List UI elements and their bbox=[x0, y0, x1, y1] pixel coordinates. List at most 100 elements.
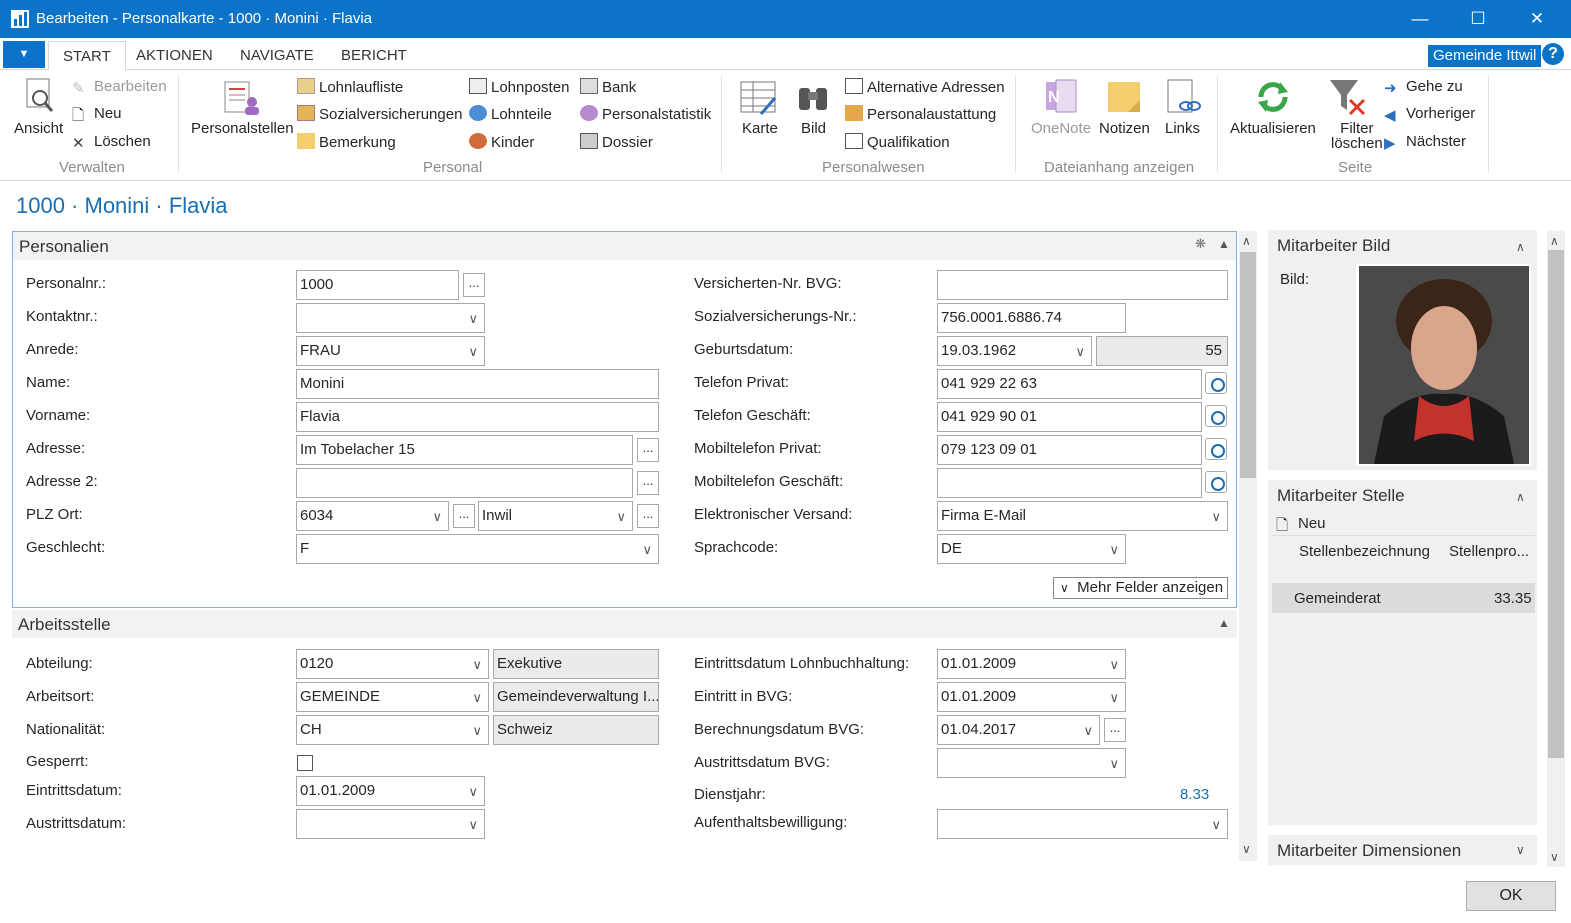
sv-nr-input[interactable]: 756.0001.6886.74 bbox=[937, 303, 1126, 333]
filter-loeschen-button[interactable]: Filter löschen bbox=[1331, 120, 1383, 152]
adresse2-input[interactable] bbox=[296, 468, 633, 498]
separator bbox=[1488, 76, 1489, 172]
adresse-lookup-button[interactable]: ... bbox=[637, 438, 659, 462]
bank-button[interactable]: Bank bbox=[580, 78, 636, 96]
ansicht-button[interactable]: Ansicht bbox=[14, 120, 63, 137]
bemerkung-button[interactable]: Bemerkung bbox=[297, 133, 396, 151]
ok-button[interactable]: OK bbox=[1466, 881, 1556, 911]
collapse-icon[interactable]: ∧ bbox=[1516, 240, 1525, 254]
phone-call-icon[interactable] bbox=[1205, 438, 1227, 460]
vorheriger-button[interactable]: ◀ Vorheriger bbox=[1384, 105, 1475, 124]
mobil-privat-input[interactable]: 079 123 09 01 bbox=[937, 435, 1202, 465]
nationalitaet-select[interactable]: CH ∨ bbox=[296, 715, 489, 745]
abteilung-select[interactable]: 0120 ∨ bbox=[296, 649, 489, 679]
geburtsdatum-label: Geburtsdatum: bbox=[694, 341, 794, 358]
berechnung-bvg-input[interactable]: 01.04.2017 ∨ bbox=[937, 715, 1100, 745]
scroll-up-icon[interactable]: ∧ bbox=[1242, 234, 1251, 248]
phone-call-icon[interactable] bbox=[1205, 405, 1227, 427]
bearbeiten-button[interactable]: ✎ Bearbeiten bbox=[72, 78, 167, 97]
geschlecht-select[interactable]: F ∨ bbox=[296, 534, 659, 564]
column-header-stellenprozent[interactable]: Stellenpro... bbox=[1449, 543, 1529, 560]
help-icon[interactable]: ? bbox=[1542, 43, 1564, 65]
notizen-button[interactable]: Notizen bbox=[1099, 120, 1150, 137]
factbox-scrollbar-thumb[interactable] bbox=[1548, 250, 1564, 758]
tab-bericht[interactable]: BERICHT bbox=[341, 47, 407, 64]
tab-start[interactable]: START bbox=[48, 41, 126, 71]
aktualisieren-button[interactable]: Aktualisieren bbox=[1230, 120, 1316, 137]
alternative-adressen-button[interactable]: Alternative Adressen bbox=[845, 78, 1005, 96]
adresse2-lookup-button[interactable]: ... bbox=[637, 471, 659, 495]
geburtsdatum-input[interactable]: 19.03.1962 ∨ bbox=[937, 336, 1092, 366]
main-scrollbar-thumb[interactable] bbox=[1240, 252, 1256, 478]
bild-button[interactable]: Bild bbox=[801, 120, 826, 137]
lohnposten-button[interactable]: Lohnposten bbox=[469, 78, 569, 96]
eintritt-bvg-input[interactable]: 01.01.2009 ∨ bbox=[937, 682, 1126, 712]
vorname-input[interactable]: Flavia bbox=[296, 402, 659, 432]
plz-lookup-button[interactable]: ... bbox=[453, 504, 475, 528]
anrede-select[interactable]: FRAU ∨ bbox=[296, 336, 485, 366]
scroll-up-icon[interactable]: ∧ bbox=[1550, 234, 1559, 248]
kinder-button[interactable]: Kinder bbox=[469, 133, 534, 151]
tel-geschaeft-input[interactable]: 041 929 90 01 bbox=[937, 402, 1202, 432]
company-badge[interactable]: Gemeinde Ittwil bbox=[1428, 45, 1542, 67]
maximize-button[interactable]: ☐ bbox=[1463, 6, 1493, 32]
qualifikation-button[interactable]: Qualifikation bbox=[845, 133, 950, 151]
eintritt-lohn-input[interactable]: 01.01.2009 ∨ bbox=[937, 649, 1126, 679]
personalnr-lookup-button[interactable]: ... bbox=[463, 273, 485, 297]
austrittsdatum-input[interactable]: ∨ bbox=[296, 809, 485, 839]
berechnung-bvg-lookup-button[interactable]: ... bbox=[1104, 718, 1126, 742]
settings-icon[interactable]: ❋ bbox=[1195, 236, 1206, 252]
sprachcode-select[interactable]: DE ∨ bbox=[937, 534, 1126, 564]
scroll-down-icon[interactable]: ∨ bbox=[1242, 842, 1251, 856]
collapse-icon[interactable]: ▲ bbox=[1218, 237, 1230, 251]
personalien-header[interactable]: Personalien bbox=[13, 232, 1236, 260]
ort-lookup-button[interactable]: ... bbox=[637, 504, 659, 528]
neu-button[interactable]: 🗋 Neu bbox=[72, 105, 122, 124]
stelle-neu-button[interactable]: 🗋 Neu bbox=[1276, 515, 1326, 534]
personalstellen-button[interactable]: Personalstellen bbox=[191, 120, 294, 137]
personalstatistik-button[interactable]: Personalstatistik bbox=[580, 105, 711, 123]
dienstjahr-value[interactable]: 8.33 bbox=[1180, 786, 1209, 803]
links-button[interactable]: Links bbox=[1165, 120, 1200, 137]
tab-aktionen[interactable]: AKTIONEN bbox=[136, 47, 213, 64]
karte-button[interactable]: Karte bbox=[742, 120, 778, 137]
ort-select[interactable]: Inwil ∨ bbox=[478, 501, 633, 531]
loeschen-button[interactable]: ✕ Löschen bbox=[72, 133, 151, 152]
tab-navigate[interactable]: NAVIGATE bbox=[240, 47, 314, 64]
austritt-bvg-input[interactable]: ∨ bbox=[937, 748, 1126, 778]
adresse-input[interactable]: Im Tobelacher 15 bbox=[296, 435, 633, 465]
bvg-nr-input[interactable] bbox=[937, 270, 1228, 300]
gehe-zu-button[interactable]: ➜ Gehe zu bbox=[1384, 78, 1463, 97]
collapse-icon[interactable]: ▲ bbox=[1218, 616, 1230, 630]
lohnlaufliste-button[interactable]: Lohnlaufliste bbox=[297, 78, 403, 96]
close-button[interactable]: ✕ bbox=[1522, 6, 1552, 32]
phone-call-icon[interactable] bbox=[1205, 372, 1227, 394]
plz-select[interactable]: 6034 ∨ bbox=[296, 501, 449, 531]
arbeitsort-select[interactable]: GEMEINDE ∨ bbox=[296, 682, 489, 712]
versand-select[interactable]: Firma E-Mail ∨ bbox=[937, 501, 1228, 531]
arbeitsstelle-header[interactable]: Arbeitsstelle bbox=[12, 610, 1237, 638]
gesperrt-checkbox[interactable] bbox=[297, 755, 313, 771]
expand-icon[interactable]: ∨ bbox=[1516, 843, 1525, 857]
naechster-button[interactable]: ▶ Nächster bbox=[1384, 133, 1466, 152]
phone-call-icon[interactable] bbox=[1205, 471, 1227, 493]
collapse-icon[interactable]: ∧ bbox=[1516, 490, 1525, 504]
eintrittsdatum-input[interactable]: 01.01.2009 ∨ bbox=[296, 776, 485, 806]
minimize-button[interactable]: — bbox=[1405, 6, 1435, 32]
aufenthalt-select[interactable]: ∨ bbox=[937, 809, 1228, 839]
name-input[interactable]: Monini bbox=[296, 369, 659, 399]
tel-privat-input[interactable]: 041 929 22 63 bbox=[937, 369, 1202, 399]
kontaktnr-select[interactable]: ∨ bbox=[296, 303, 485, 333]
app-menu-button[interactable]: ▼ bbox=[3, 41, 45, 68]
mehr-felder-button[interactable]: ∨ Mehr Felder anzeigen bbox=[1053, 577, 1228, 599]
lohnteile-button[interactable]: Lohnteile bbox=[469, 105, 552, 123]
mitarbeiter-dimensionen-title[interactable]: Mitarbeiter Dimensionen bbox=[1277, 841, 1461, 861]
column-header-stellenbezeichnung[interactable]: Stellenbezeichnung bbox=[1299, 543, 1430, 560]
personalnr-input[interactable]: 1000 bbox=[296, 270, 459, 300]
sozialversicherungen-button[interactable]: Sozialversicherungen bbox=[297, 105, 462, 123]
personalaustattung-button[interactable]: Personalaustattung bbox=[845, 105, 996, 123]
mobil-geschaeft-input[interactable] bbox=[937, 468, 1202, 498]
onenote-button[interactable]: OneNote bbox=[1031, 120, 1091, 137]
scroll-down-icon[interactable]: ∨ bbox=[1550, 850, 1559, 864]
dossier-button[interactable]: Dossier bbox=[580, 133, 653, 151]
